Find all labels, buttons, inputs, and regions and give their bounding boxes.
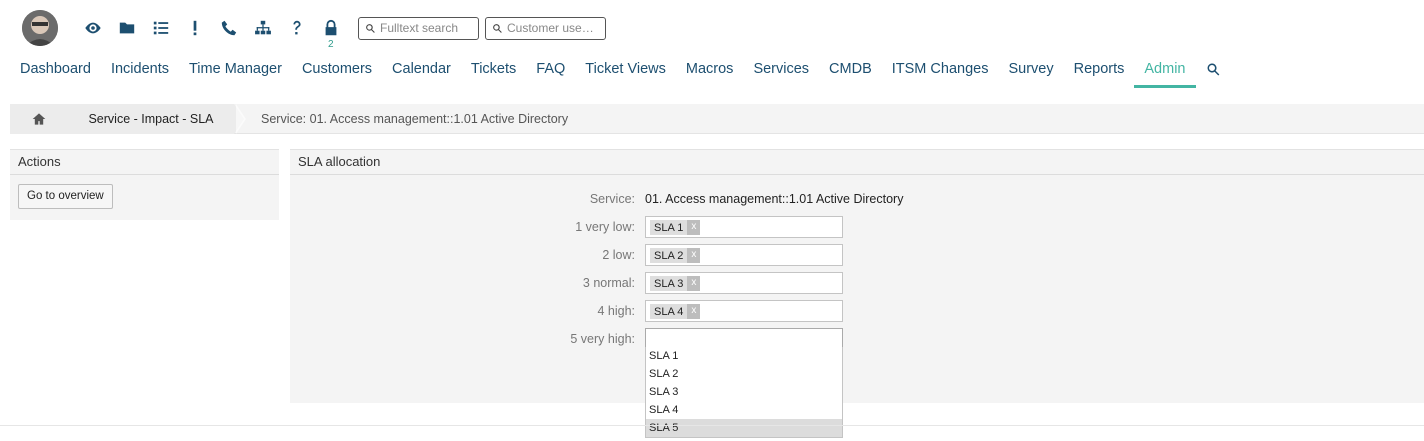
sla-select-very-low[interactable]: SLA 1 x <box>645 216 843 238</box>
list-icon[interactable] <box>144 11 178 45</box>
nav-calendar[interactable]: Calendar <box>382 58 461 88</box>
nav-search-icon[interactable] <box>1196 58 1231 80</box>
dropdown-option-highlighted[interactable]: SLA 5 <box>646 419 842 437</box>
nav-itsm-changes[interactable]: ITSM Changes <box>882 58 999 88</box>
nav-reports[interactable]: Reports <box>1064 58 1135 88</box>
service-value: 01. Access management::1.01 Active Direc… <box>645 192 904 206</box>
question-icon[interactable] <box>280 11 314 45</box>
impact-label: 1 very low: <box>575 220 635 234</box>
impact-label: 4 high: <box>597 304 635 318</box>
dropdown-option[interactable]: SLA 1 <box>646 347 842 365</box>
nav-admin[interactable]: Admin <box>1134 58 1196 88</box>
tag-label: SLA 1 <box>654 221 684 234</box>
actions-title: Actions <box>10 150 279 175</box>
fulltext-search-placeholder: Fulltext search <box>380 21 459 35</box>
remove-tag-icon[interactable]: x <box>687 220 701 235</box>
folder-icon[interactable] <box>110 11 144 45</box>
nav-faq[interactable]: FAQ <box>526 58 575 88</box>
remove-tag-icon[interactable]: x <box>687 304 701 319</box>
breadcrumb: Service - Impact - SLA Service: 01. Acce… <box>10 104 1424 134</box>
phone-icon[interactable] <box>212 11 246 45</box>
impact-row-high: 4 high: SLA 4 x <box>290 300 1424 322</box>
impact-row-normal: 3 normal: SLA 3 x <box>290 272 1424 294</box>
nav-ticket-views[interactable]: Ticket Views <box>575 58 676 88</box>
impact-label: 5 very high: <box>570 332 635 346</box>
selected-sla-tag: SLA 4 x <box>650 304 701 319</box>
breadcrumb-item-service-impact-sla[interactable]: Service - Impact - SLA <box>68 104 234 134</box>
remove-tag-icon[interactable]: x <box>687 276 701 291</box>
nav-time-manager[interactable]: Time Manager <box>179 58 292 88</box>
fulltext-search-input[interactable]: Fulltext search <box>358 16 479 40</box>
dropdown-option[interactable]: SLA 3 <box>646 383 842 401</box>
nav-survey[interactable]: Survey <box>998 58 1063 88</box>
impact-row-low: 2 low: SLA 2 x <box>290 244 1424 266</box>
selected-sla-tag: SLA 3 x <box>650 276 701 291</box>
lock-icon[interactable]: 2 <box>314 11 348 50</box>
tag-label: SLA 3 <box>654 277 684 290</box>
main-nav: Dashboard Incidents Time Manager Custome… <box>10 58 1231 88</box>
breadcrumb-home[interactable] <box>10 104 68 134</box>
nav-customers[interactable]: Customers <box>292 58 382 88</box>
customer-search-input[interactable]: Customer use… <box>485 16 606 40</box>
actions-panel: Actions Go to overview <box>10 149 279 220</box>
nav-services[interactable]: Services <box>743 58 819 88</box>
sla-select-low[interactable]: SLA 2 x <box>645 244 843 266</box>
impact-row-very-low: 1 very low: SLA 1 x <box>290 216 1424 238</box>
remove-tag-icon[interactable]: x <box>687 248 701 263</box>
sla-select-high[interactable]: SLA 4 x <box>645 300 843 322</box>
search-icon <box>493 23 502 33</box>
nav-tickets[interactable]: Tickets <box>461 58 526 88</box>
search-icon <box>366 23 375 33</box>
nav-macros[interactable]: Macros <box>676 58 744 88</box>
sitemap-icon[interactable] <box>246 11 280 45</box>
eye-icon[interactable] <box>76 11 110 45</box>
lock-count-badge: 2 <box>328 39 334 50</box>
nav-incidents[interactable]: Incidents <box>101 58 179 88</box>
nav-dashboard[interactable]: Dashboard <box>10 58 101 88</box>
dropdown-option[interactable]: SLA 4 <box>646 401 842 419</box>
go-to-overview-button[interactable]: Go to overview <box>18 184 113 209</box>
sla-select-normal[interactable]: SLA 3 x <box>645 272 843 294</box>
breadcrumb-separator <box>236 104 246 134</box>
footer-divider <box>0 425 1424 426</box>
service-label: Service: <box>589 192 635 206</box>
home-icon <box>32 113 46 125</box>
service-row: Service: 01. Access management::1.01 Act… <box>290 188 1424 210</box>
nav-cmdb[interactable]: CMDB <box>819 58 882 88</box>
impact-label: 3 normal: <box>582 276 635 290</box>
selected-sla-tag: SLA 2 x <box>650 248 701 263</box>
tag-label: SLA 4 <box>654 305 684 318</box>
impact-row-very-high: 5 very high: <box>290 328 1424 350</box>
impact-label: 2 low: <box>602 248 635 262</box>
toolbar: 2 Fulltext search Customer use… <box>22 10 606 50</box>
dropdown-option[interactable]: SLA 2 <box>646 365 842 383</box>
customer-search-placeholder: Customer use… <box>507 21 594 35</box>
selected-sla-tag: SLA 1 x <box>650 220 701 235</box>
sla-allocation-panel: SLA allocation Service: 01. Access manag… <box>290 149 1424 403</box>
tag-label: SLA 2 <box>654 249 684 262</box>
sla-allocation-title: SLA allocation <box>290 150 1424 175</box>
exclamation-icon[interactable] <box>178 11 212 45</box>
user-avatar[interactable] <box>22 10 58 46</box>
breadcrumb-item-current-service: Service: 01. Access management::1.01 Act… <box>261 112 569 126</box>
